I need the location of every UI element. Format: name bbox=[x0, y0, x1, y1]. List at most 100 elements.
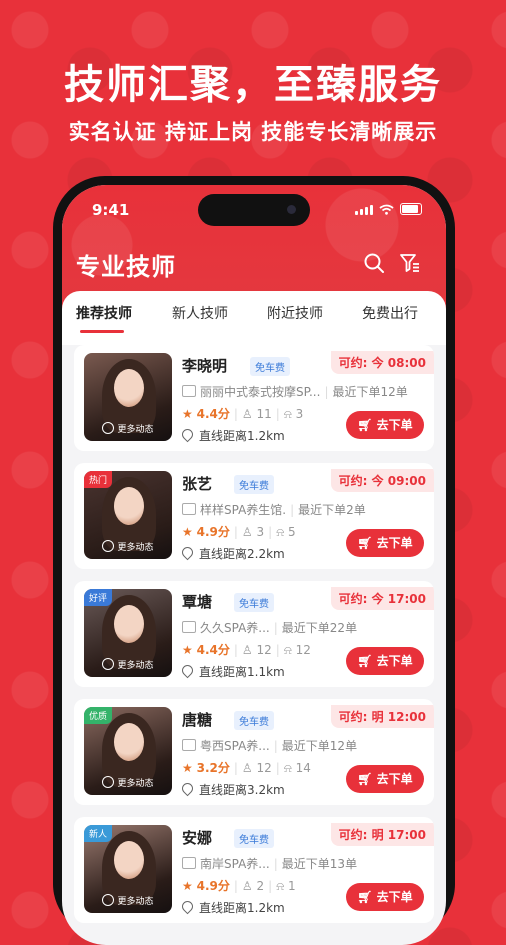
bell-icon: ⍾ bbox=[283, 407, 292, 421]
therapist-photo[interactable]: 优质 更多动态 bbox=[84, 707, 172, 795]
like-count: 3 bbox=[295, 407, 304, 421]
divider: | bbox=[273, 621, 278, 635]
status-icons bbox=[355, 203, 422, 215]
rating-score: 4.9分 bbox=[196, 879, 230, 893]
therapist-card[interactable]: 更多动态 李晓明 免车费 可约: 今 08:00 丽丽中式泰式按摩SP... | 最… bbox=[74, 345, 434, 451]
available-time: 可约: 明 17:00 bbox=[330, 823, 434, 846]
therapist-photo[interactable]: 更多动态 bbox=[84, 353, 172, 441]
shop-icon bbox=[182, 621, 196, 633]
stats-line: ★ 4.9分 | ♙ 3 | ⍾ 5 bbox=[182, 523, 296, 540]
shop-name: 丽丽中式泰式按摩SP... bbox=[200, 385, 321, 399]
therapist-name: 安娜 bbox=[182, 829, 213, 847]
battery-icon bbox=[400, 203, 422, 215]
photo-face-shape bbox=[114, 841, 144, 879]
therapist-name: 张艺 bbox=[182, 475, 213, 493]
tab-free-travel[interactable]: 免费出行 bbox=[362, 303, 418, 323]
divider: | bbox=[233, 407, 238, 421]
star-icon: ★ bbox=[182, 525, 193, 539]
more-activity-label: 更多动态 bbox=[117, 661, 154, 671]
order-button-label: 去下单 bbox=[376, 418, 413, 432]
divider: | bbox=[268, 879, 273, 893]
like-count: 1 bbox=[287, 879, 296, 893]
free-fare-badge: 免车费 bbox=[234, 829, 274, 848]
more-activity-link[interactable]: 更多动态 bbox=[84, 422, 172, 435]
photo-face-shape bbox=[114, 723, 144, 761]
shop-icon bbox=[182, 503, 196, 515]
stats-line: ★ 4.9分 | ♙ 2 | ⍾ 1 bbox=[182, 877, 296, 894]
tab-bar: 推荐技师 新人技师 附近技师 免费出行 bbox=[62, 291, 446, 345]
therapist-tag: 热门 bbox=[84, 471, 113, 488]
promo-subline: 实名认证 持证上岗 技能专长清晰展示 bbox=[68, 120, 438, 144]
tab-new[interactable]: 新人技师 bbox=[172, 303, 228, 323]
like-count: 14 bbox=[295, 761, 311, 775]
location-pin-icon bbox=[179, 898, 196, 915]
order-button[interactable]: 🛒︎ 去下单 bbox=[346, 883, 424, 911]
tab-nearby[interactable]: 附近技师 bbox=[267, 303, 323, 323]
bell-icon: ⍾ bbox=[276, 879, 285, 893]
bell-icon: ⍾ bbox=[276, 525, 285, 539]
globe-icon bbox=[102, 658, 115, 670]
therapist-card[interactable]: 新人 更多动态 安娜 免车费 可约: 明 17:00 南岸SPA养... | 最近下… bbox=[74, 817, 434, 923]
distance-line: 直线距离1.2km bbox=[179, 898, 285, 916]
divider: | bbox=[324, 385, 329, 399]
distance-line: 直线距离1.2km bbox=[179, 426, 285, 444]
divider: | bbox=[275, 407, 280, 421]
therapist-card[interactable]: 好评 更多动态 覃塘 免车费 可约: 今 17:00 久久SPA养... | 最近下… bbox=[74, 581, 434, 687]
user-icon: ♙ bbox=[241, 643, 253, 657]
therapist-name: 李晓明 bbox=[182, 357, 228, 375]
shop-name: 样样SPA养生馆. bbox=[200, 503, 287, 517]
recent-orders: 最近下单13单 bbox=[281, 857, 358, 871]
order-button[interactable]: 🛒︎ 去下单 bbox=[346, 529, 424, 557]
distance-text: 直线距离1.2km bbox=[199, 901, 285, 915]
photo-face-shape bbox=[114, 605, 144, 643]
status-time: 9:41 bbox=[92, 201, 130, 219]
shop-line: 南岸SPA养... | 最近下单13单 bbox=[182, 855, 357, 872]
distance-line: 直线距离2.2km bbox=[179, 544, 285, 562]
therapist-tag: 新人 bbox=[84, 825, 113, 842]
filter-icon[interactable] bbox=[398, 251, 422, 275]
rating-score: 4.9分 bbox=[196, 525, 230, 539]
tab-active-underline bbox=[80, 330, 124, 333]
tab-recommended[interactable]: 推荐技师 bbox=[76, 303, 132, 323]
more-activity-link[interactable]: 更多动态 bbox=[84, 540, 172, 553]
divider: | bbox=[233, 525, 238, 539]
star-icon: ★ bbox=[182, 407, 193, 421]
rating-score: 4.4分 bbox=[196, 407, 230, 421]
globe-icon bbox=[102, 540, 115, 552]
more-activity-link[interactable]: 更多动态 bbox=[84, 658, 172, 671]
divider: | bbox=[233, 879, 238, 893]
more-activity-label: 更多动态 bbox=[117, 897, 154, 907]
distance-text: 直线距离3.2km bbox=[199, 783, 285, 797]
bell-icon: ⍾ bbox=[283, 643, 292, 657]
available-time: 可约: 今 17:00 bbox=[330, 587, 434, 610]
available-time: 可约: 今 09:00 bbox=[330, 469, 434, 492]
more-activity-link[interactable]: 更多动态 bbox=[84, 776, 172, 789]
order-button[interactable]: 🛒︎ 去下单 bbox=[346, 647, 424, 675]
view-count: 12 bbox=[256, 761, 272, 775]
order-button[interactable]: 🛒︎ 去下单 bbox=[346, 765, 424, 793]
search-icon[interactable] bbox=[362, 251, 386, 275]
shop-icon bbox=[182, 739, 196, 751]
order-button[interactable]: 🛒︎ 去下单 bbox=[346, 411, 424, 439]
shop-name: 粤西SPA养... bbox=[200, 739, 270, 753]
therapist-card[interactable]: 热门 更多动态 张艺 免车费 可约: 今 09:00 样样SPA养生馆. | 最近下… bbox=[74, 463, 434, 569]
divider: | bbox=[233, 761, 238, 775]
rating-score: 4.4分 bbox=[196, 643, 230, 657]
stats-line: ★ 4.4分 | ♙ 11 | ⍾ 3 bbox=[182, 405, 303, 422]
stats-line: ★ 3.2分 | ♙ 12 | ⍾ 14 bbox=[182, 759, 311, 776]
available-time: 可约: 今 08:00 bbox=[330, 351, 434, 374]
globe-icon bbox=[102, 894, 115, 906]
divider: | bbox=[233, 643, 238, 657]
cart-icon: 🛒︎ bbox=[357, 654, 373, 668]
star-icon: ★ bbox=[182, 761, 193, 775]
free-fare-badge: 免车费 bbox=[234, 475, 274, 494]
available-time: 可约: 明 12:00 bbox=[330, 705, 434, 728]
therapist-photo[interactable]: 热门 更多动态 bbox=[84, 471, 172, 559]
therapist-photo[interactable]: 好评 更多动态 bbox=[84, 589, 172, 677]
therapist-tag: 优质 bbox=[84, 707, 113, 724]
therapist-card[interactable]: 优质 更多动态 唐糖 免车费 可约: 明 12:00 粤西SPA养... | 最近下… bbox=[74, 699, 434, 805]
view-count: 2 bbox=[256, 879, 265, 893]
more-activity-link[interactable]: 更多动态 bbox=[84, 894, 172, 907]
order-button-label: 去下单 bbox=[376, 536, 413, 550]
camera-dot bbox=[287, 205, 296, 214]
